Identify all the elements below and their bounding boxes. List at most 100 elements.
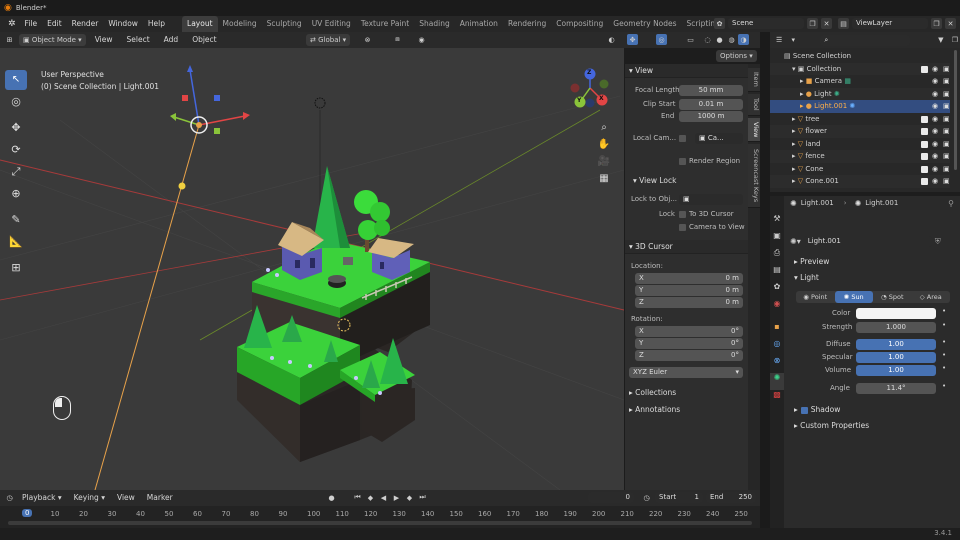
viewport-menu-view[interactable]: View: [90, 32, 118, 48]
end-frame-field[interactable]: End 250: [706, 492, 756, 503]
outliner-item-collection[interactable]: ▾ ▣ Collection ◉ ▣: [770, 62, 950, 75]
shading-solid-icon[interactable]: ●: [714, 34, 725, 45]
visibility-eye-icon[interactable]: ◉: [932, 150, 938, 163]
light-handle[interactable]: [178, 182, 186, 190]
angle-keyframe-dot[interactable]: •: [942, 382, 946, 390]
tab-animation[interactable]: Animation: [455, 16, 503, 32]
pan-hand-icon[interactable]: ✋: [596, 139, 612, 156]
exclude-checkbox[interactable]: [921, 65, 928, 73]
visibility-eye-icon[interactable]: ◉: [932, 100, 938, 113]
visibility-icon[interactable]: ◐: [606, 34, 617, 45]
tool-rotate[interactable]: ⟳: [5, 140, 27, 160]
cursor-location-z[interactable]: Z 0 m: [635, 297, 743, 308]
outliner-item-camera[interactable]: ▸ ■ Camera ▦ ◉ ▣: [770, 75, 950, 88]
tool-cursor[interactable]: ◎: [5, 92, 27, 112]
outliner-item-fence[interactable]: ▸ ▽ fence ◉ ▣: [770, 150, 950, 163]
scene-name-field[interactable]: Scene: [728, 18, 804, 29]
visibility-eye-icon[interactable]: ◉: [932, 175, 938, 188]
render-camera-icon[interactable]: ▣: [943, 100, 950, 113]
outliner-item-light[interactable]: ▸ ● Light ✺ ◉ ▣: [770, 87, 950, 101]
camera-view-icon[interactable]: 🎥: [596, 156, 612, 173]
view-panel-header[interactable]: ▾ View: [625, 64, 748, 78]
visibility-eye-icon[interactable]: ◉: [932, 138, 938, 151]
outliner-display-mode-icon[interactable]: ▾: [788, 35, 798, 46]
constraint-properties-icon[interactable]: ⊗: [770, 356, 784, 373]
specular-field[interactable]: 1.00: [856, 352, 936, 363]
outliner-item-flower[interactable]: ▸ ▽ flower ◉ ▣: [770, 125, 950, 138]
proportional-edit-icon[interactable]: ◉: [416, 34, 427, 45]
blender-menu-icon[interactable]: ✲: [4, 19, 20, 29]
shadow-panel-header[interactable]: ▸ Shadow: [794, 403, 840, 417]
timeline-ruler[interactable]: 0 10 20 30 40 50 60 70 80 90 100 110 120 130 140 150 160…: [0, 506, 760, 520]
cursor-rotation-x[interactable]: X 0°: [635, 326, 743, 337]
collections-panel-header[interactable]: ▸ Collections: [629, 388, 676, 397]
clip-end-field[interactable]: 1000 m: [679, 111, 743, 122]
3d-cursor-header[interactable]: ▾ 3D Cursor: [625, 240, 749, 254]
tab-uv-editing[interactable]: UV Editing: [307, 16, 356, 32]
custom-properties-header[interactable]: ▸ Custom Properties: [794, 419, 869, 433]
tab-compositing[interactable]: Compositing: [551, 16, 608, 32]
exclude-checkbox[interactable]: [921, 128, 928, 135]
tab-rendering[interactable]: Rendering: [503, 16, 551, 32]
outliner-scene-collection[interactable]: ▤ Scene Collection: [770, 50, 950, 63]
render-camera-icon[interactable]: ▣: [943, 163, 950, 176]
outliner-scrollbar[interactable]: [954, 50, 957, 170]
overlay-toggle-icon[interactable]: ◎: [656, 34, 667, 45]
light-type-area[interactable]: ◇ Area: [912, 293, 951, 301]
tool-properties-icon[interactable]: ⚒: [770, 214, 784, 231]
menu-help[interactable]: Help: [143, 16, 170, 32]
gizmo-toggle-icon[interactable]: ✥: [627, 34, 638, 45]
pivot-icon[interactable]: ⊗: [362, 34, 373, 45]
view-layer-icon[interactable]: ▤: [838, 18, 849, 29]
play-icon[interactable]: ▶: [391, 492, 402, 503]
lock-to-object-field[interactable]: ▣: [679, 194, 743, 205]
xray-icon[interactable]: ▭: [685, 34, 696, 45]
light-type-point[interactable]: ◉ Point: [796, 293, 835, 301]
timeline-scrollbar[interactable]: [8, 521, 752, 525]
render-camera-icon[interactable]: ▣: [943, 175, 950, 188]
visibility-eye-icon[interactable]: ◉: [932, 163, 938, 176]
local-camera-field[interactable]: ▣ Ca...: [695, 133, 743, 144]
timeline-editor-type-icon[interactable]: ◷: [4, 493, 15, 504]
menu-window[interactable]: Window: [103, 16, 143, 32]
jump-end-icon[interactable]: ⏭: [417, 492, 428, 503]
color-keyframe-dot[interactable]: •: [942, 307, 946, 315]
exclude-checkbox[interactable]: [921, 115, 928, 123]
tab-texture-paint[interactable]: Texture Paint: [356, 16, 414, 32]
camera-to-view-checkbox[interactable]: [679, 224, 686, 231]
angle-field[interactable]: 11.4°: [856, 383, 936, 394]
cursor-location-x[interactable]: X 0 m: [635, 273, 743, 284]
view-lock-header[interactable]: ▾ View Lock: [633, 176, 676, 185]
new-scene-icon[interactable]: ❐: [807, 18, 818, 29]
outliner-editor-type-icon[interactable]: ☰: [774, 35, 784, 46]
tab-sculpting[interactable]: Sculpting: [262, 16, 307, 32]
shading-wireframe-icon[interactable]: ◌: [702, 34, 713, 45]
tab-geometry-nodes[interactable]: Geometry Nodes: [608, 16, 681, 32]
sidebar-tab-view[interactable]: View: [748, 118, 760, 142]
light-type-spot[interactable]: ◔ Spot: [873, 293, 912, 301]
datablock-name-field[interactable]: Light.001: [803, 236, 932, 247]
auto-keying-icon[interactable]: ●: [326, 492, 337, 503]
transform-orientation-dropdown[interactable]: ⇄ Global ▾: [306, 34, 351, 46]
outliner-item-tree[interactable]: ▸ ▽ tree ◉ ▣: [770, 113, 950, 126]
light-panel-header[interactable]: ▾ Light: [794, 271, 819, 285]
timeline-menu-keying[interactable]: Keying ▾: [69, 490, 110, 506]
exclude-checkbox[interactable]: [921, 153, 928, 160]
prev-keyframe-icon[interactable]: ◆: [365, 492, 376, 503]
scene-properties-icon[interactable]: ✿: [770, 282, 784, 299]
current-frame-marker[interactable]: 0: [22, 509, 33, 517]
delete-view-layer-icon[interactable]: ✕: [945, 18, 956, 29]
shading-material-icon[interactable]: ◍: [726, 34, 737, 45]
render-properties-icon[interactable]: ▣: [770, 231, 784, 248]
clip-start-field[interactable]: 0.01 m: [679, 99, 743, 110]
sidebar-tab-item[interactable]: Item: [748, 68, 760, 92]
tool-add-cube[interactable]: ⊞: [5, 258, 27, 278]
timeline-menu-playback[interactable]: Playback ▾: [17, 490, 67, 506]
pin-icon[interactable]: ⚲: [948, 199, 954, 208]
view-layer-properties-icon[interactable]: ▤: [770, 265, 784, 282]
tool-measure[interactable]: 📐: [5, 232, 27, 252]
delete-scene-icon[interactable]: ✕: [821, 18, 832, 29]
render-camera-icon[interactable]: ▣: [943, 88, 950, 101]
timeline-menu-marker[interactable]: Marker: [142, 490, 178, 506]
editor-type-icon[interactable]: ⊞: [4, 35, 15, 46]
